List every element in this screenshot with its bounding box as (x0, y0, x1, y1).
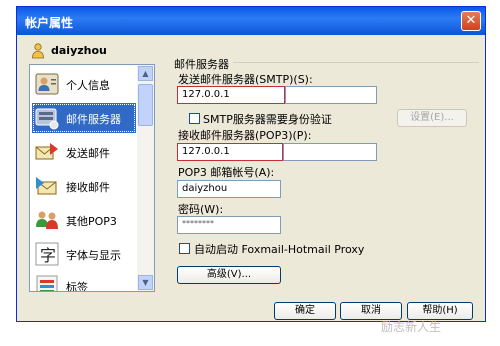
sidebar-item-label: 邮件服务器 (66, 113, 121, 126)
sidebar-item-label: 其他POP3 (66, 215, 117, 228)
password-field[interactable]: ******** (177, 216, 281, 234)
receive-mail-icon (36, 177, 57, 195)
smtp-auth-label: SMTP服务器需要身份验证 (203, 113, 332, 126)
pop3-server-field-extension[interactable] (283, 143, 377, 161)
smtp-auth-checkbox[interactable] (189, 113, 200, 124)
sidebar-item-send-mail[interactable]: 发送邮件 (32, 137, 136, 167)
sidebar-item-label: 个人信息 (66, 79, 110, 92)
ok-button[interactable]: 确定 (274, 302, 336, 320)
send-mail-icon (35, 143, 58, 160)
smtp-server-field[interactable]: 127.0.0.1 (177, 86, 285, 104)
sidebar-item-personal-info[interactable]: 个人信息 (32, 69, 136, 99)
sidebar-item-label: 发送邮件 (66, 147, 110, 160)
smtp-server-field-extension[interactable] (285, 86, 377, 104)
mail-server-icon (35, 108, 59, 130)
pop3-server-field[interactable]: 127.0.0.1 (177, 143, 283, 161)
advanced-button[interactable]: 高级(V)... (177, 266, 281, 284)
sidebar-item-tags[interactable]: 标签 (32, 271, 136, 292)
section-title: 邮件服务器 (174, 58, 229, 71)
window-title: 帐户属性 (25, 16, 74, 30)
sidebar-item-font-display[interactable]: 字 字体与显示 (32, 239, 136, 269)
password-label: 密码(W): (178, 203, 224, 216)
pop3-account-label: POP3 邮箱帐号(A): (178, 166, 275, 179)
sidebar-item-mail-server[interactable]: 邮件服务器 (32, 103, 136, 133)
foxmail-proxy-label: 自动启动 Foxmail-Hotmail Proxy (194, 243, 365, 256)
title-bar[interactable]: 帐户属性 ✕ (17, 7, 485, 35)
pop3-label: 接收邮件服务器(POP3)(P): (178, 129, 312, 142)
category-list[interactable]: 个人信息 邮件服务器 发送邮件 接收邮件 其他POP3 字 字体与显示 标签 ▲… (29, 64, 155, 292)
sidebar-item-label: 标签 (66, 281, 88, 292)
account-person-icon (32, 43, 44, 59)
pop3-accounts-icon (36, 211, 58, 229)
smtp-settings-button[interactable]: 设置(E)... (397, 109, 467, 127)
pop3-account-field[interactable]: daiyzhou (177, 180, 281, 198)
sidebar-item-receive-mail[interactable]: 接收邮件 (32, 171, 136, 201)
scroll-up-button[interactable]: ▲ (138, 66, 153, 81)
close-button[interactable]: ✕ (461, 11, 481, 31)
watermark: 励志新人生 (381, 320, 442, 334)
foxmail-proxy-checkbox[interactable] (179, 243, 190, 254)
account-properties-dialog: 帐户属性 ✕ daiyzhou 个人信息 邮件服务器 发送邮件 接收邮件 其他P… (16, 6, 486, 322)
svg-text:字: 字 (40, 246, 56, 265)
sidebar-item-label: 字体与显示 (66, 249, 121, 262)
person-card-icon (35, 73, 59, 95)
font-display-icon: 字 (35, 242, 59, 266)
sidebar-item-other-pop3[interactable]: 其他POP3 (32, 205, 136, 235)
sidebar-item-label: 接收邮件 (66, 181, 110, 194)
scroll-thumb[interactable] (138, 84, 153, 126)
smtp-label: 发送邮件服务器(SMTP)(S): (178, 73, 313, 86)
sidebar-scrollbar[interactable]: ▲ ▼ (137, 65, 154, 291)
section-divider (233, 62, 479, 63)
scroll-down-button[interactable]: ▼ (138, 275, 153, 290)
account-name: daiyzhou (51, 44, 107, 57)
tag-icon (36, 275, 58, 291)
